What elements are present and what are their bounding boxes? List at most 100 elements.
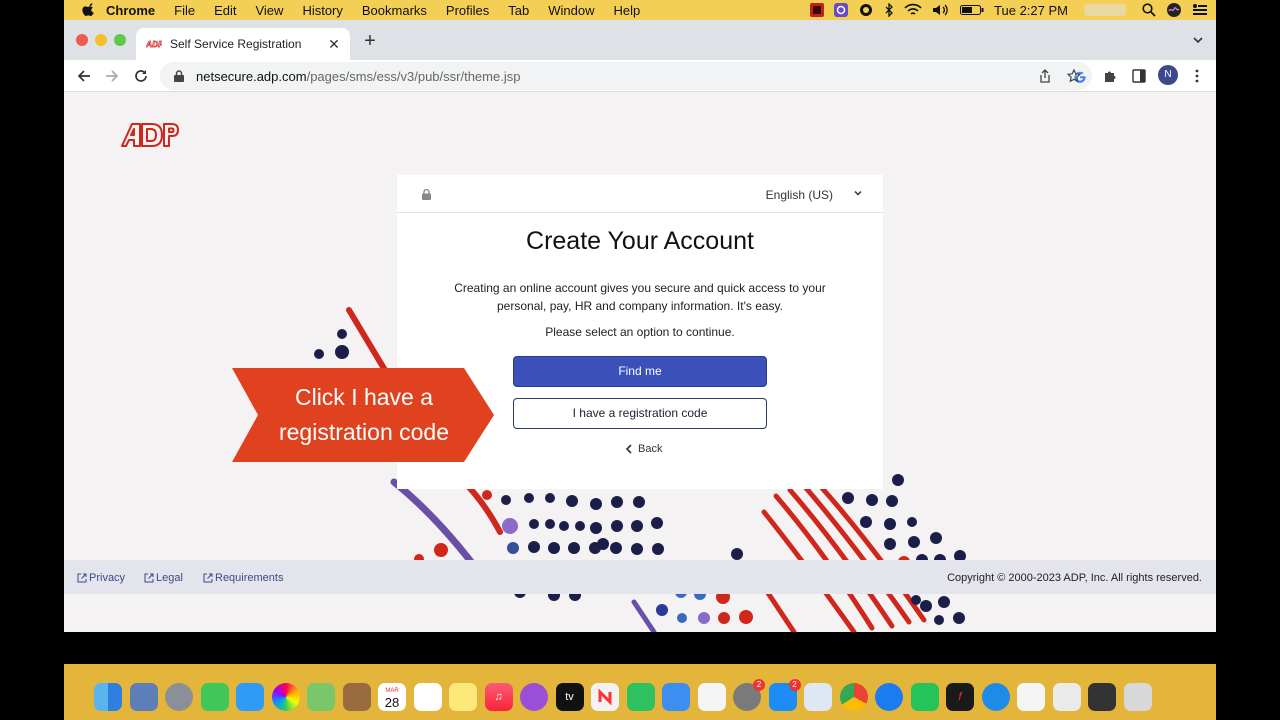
menu-help[interactable]: Help <box>614 3 641 18</box>
volume-icon[interactable] <box>932 3 950 17</box>
document-icon[interactable] <box>1017 683 1045 711</box>
menu-profiles[interactable]: Profiles <box>446 3 489 18</box>
printer-icon[interactable] <box>804 683 832 711</box>
kebab-menu-icon[interactable] <box>1190 69 1204 83</box>
card-description: Creating an online account gives you sec… <box>454 281 826 313</box>
news-icon[interactable] <box>591 683 619 711</box>
page-title: Create Your Account <box>526 227 754 255</box>
quick-app-icon[interactable] <box>834 3 849 17</box>
menu-window[interactable]: Window <box>548 3 594 18</box>
folder-stack-icon[interactable] <box>1052 683 1081 711</box>
safari-icon[interactable] <box>875 683 903 711</box>
menu-bookmarks[interactable]: Bookmarks <box>362 3 427 18</box>
app-store-icon[interactable]: 2 <box>768 679 801 711</box>
back-nav-button[interactable] <box>74 66 94 86</box>
system-settings-icon[interactable]: 2 <box>733 679 765 711</box>
extensions-puzzle-icon[interactable] <box>1103 69 1117 83</box>
tab-close-icon[interactable]: ✕ <box>326 36 342 52</box>
privacy-link[interactable]: Privacy <box>77 572 125 584</box>
keynote-icon[interactable] <box>662 683 690 711</box>
teamviewer-icon[interactable] <box>981 683 1010 711</box>
menu-file[interactable]: File <box>174 3 195 18</box>
url-host: netsecure.adp.com <box>196 68 307 84</box>
calendar-day: 28 <box>384 695 400 710</box>
apple-tv-icon[interactable]: tv <box>555 683 584 711</box>
script-editor-icon[interactable] <box>697 683 726 711</box>
screenshot-icon[interactable] <box>1088 683 1116 711</box>
new-tab-button[interactable]: + <box>360 31 380 51</box>
battery-icon[interactable] <box>960 4 984 16</box>
preview-icon[interactable] <box>129 683 158 711</box>
external-link-icon <box>144 573 154 583</box>
card-prompt: Please select an option to continue. <box>545 325 735 339</box>
back-link[interactable]: Back <box>625 443 662 455</box>
app-store-badge: 2 <box>788 679 801 691</box>
numbers-icon[interactable] <box>626 683 655 711</box>
launchpad-icon[interactable] <box>165 683 193 711</box>
external-link-icon <box>203 573 213 583</box>
facetime-icon[interactable] <box>200 683 229 711</box>
privacy-label: Privacy <box>89 572 126 584</box>
bluetooth-icon[interactable] <box>884 3 894 17</box>
contacts-icon[interactable] <box>342 683 371 711</box>
close-window-button[interactable] <box>76 34 88 46</box>
reminders-icon[interactable] <box>413 683 442 711</box>
notes-icon[interactable] <box>449 683 477 711</box>
facetime-phone-icon[interactable] <box>910 683 939 711</box>
calendar-icon[interactable]: MAR 28 <box>378 683 406 711</box>
chrome-icon[interactable] <box>839 683 868 711</box>
flash-icon[interactable]: f <box>946 683 974 711</box>
minimize-window-button[interactable] <box>95 34 107 46</box>
legal-link[interactable]: Legal <box>144 572 183 584</box>
requirements-label: Requirements <box>215 572 284 584</box>
menu-edit[interactable]: Edit <box>214 3 236 18</box>
share-icon[interactable] <box>1038 69 1052 83</box>
dock-icons: MAR 28 ♫ tv 2 2 f <box>94 679 1159 714</box>
settings-badge: 2 <box>753 679 765 691</box>
podcasts-icon[interactable] <box>520 683 548 711</box>
forward-nav-button[interactable] <box>102 66 122 86</box>
language-selector[interactable]: English (US) <box>766 188 833 202</box>
tab-search-chevron-icon[interactable] <box>1192 34 1204 46</box>
legal-label: Legal <box>156 572 183 584</box>
screen-recorder-icon[interactable] <box>810 3 825 17</box>
secure-lock-icon <box>422 189 431 200</box>
maps-icon[interactable] <box>307 683 335 711</box>
registration-code-button[interactable]: I have a registration code <box>513 398 767 429</box>
profile-avatar[interactable]: N <box>1158 65 1178 85</box>
tab-self-service-registration[interactable]: ADP Self Service Registration ✕ <box>136 28 350 60</box>
menu-bar-clock[interactable]: Tue 2:27 PM <box>994 3 1068 18</box>
messages-icon[interactable] <box>236 683 264 711</box>
creative-cloud-icon[interactable] <box>858 3 874 17</box>
menu-tab[interactable]: Tab <box>508 3 529 18</box>
menu-history[interactable]: History <box>302 3 342 18</box>
zoom-window-button[interactable] <box>114 34 126 46</box>
side-panel-icon[interactable] <box>1132 69 1146 83</box>
wifi-icon[interactable] <box>904 3 922 17</box>
finder-icon[interactable] <box>94 683 122 711</box>
address-bar[interactable]: netsecure.adp.com/pages/sms/ess/v3/pub/s… <box>160 62 1092 90</box>
reload-button[interactable] <box>131 66 151 86</box>
music-icon[interactable]: ♫ <box>484 683 513 711</box>
chevron-left-icon <box>625 444 632 454</box>
page-footer: Privacy Legal Requirements Copyright © 2… <box>64 560 1216 594</box>
lock-icon[interactable] <box>174 70 184 82</box>
chevron-down-icon[interactable] <box>853 188 863 198</box>
spotlight-search-icon[interactable] <box>1142 3 1156 17</box>
menu-app-name[interactable]: Chrome <box>106 3 155 18</box>
right-stripe-cluster <box>751 474 966 632</box>
control-center-icon[interactable] <box>1192 3 1208 17</box>
apple-menu-icon[interactable] <box>82 3 96 17</box>
tab-title: Self Service Registration <box>170 37 302 51</box>
siri-icon[interactable] <box>1166 2 1182 18</box>
arrow-left-icon <box>77 70 90 82</box>
url-path: /pages/sms/ess/v3/pub/ssr/theme.jsp <box>306 68 521 84</box>
trash-icon[interactable] <box>1123 683 1152 711</box>
requirements-link[interactable]: Requirements <box>203 572 283 584</box>
bookmark-star-icon[interactable] <box>1067 69 1081 83</box>
menu-view[interactable]: View <box>255 3 283 18</box>
adp-favicon-icon: ADP <box>146 39 162 49</box>
photos-icon[interactable] <box>271 683 300 711</box>
browser-toolbar: netsecure.adp.com/pages/sms/ess/v3/pub/s… <box>64 60 1216 92</box>
find-me-button[interactable]: Find me <box>513 356 767 387</box>
